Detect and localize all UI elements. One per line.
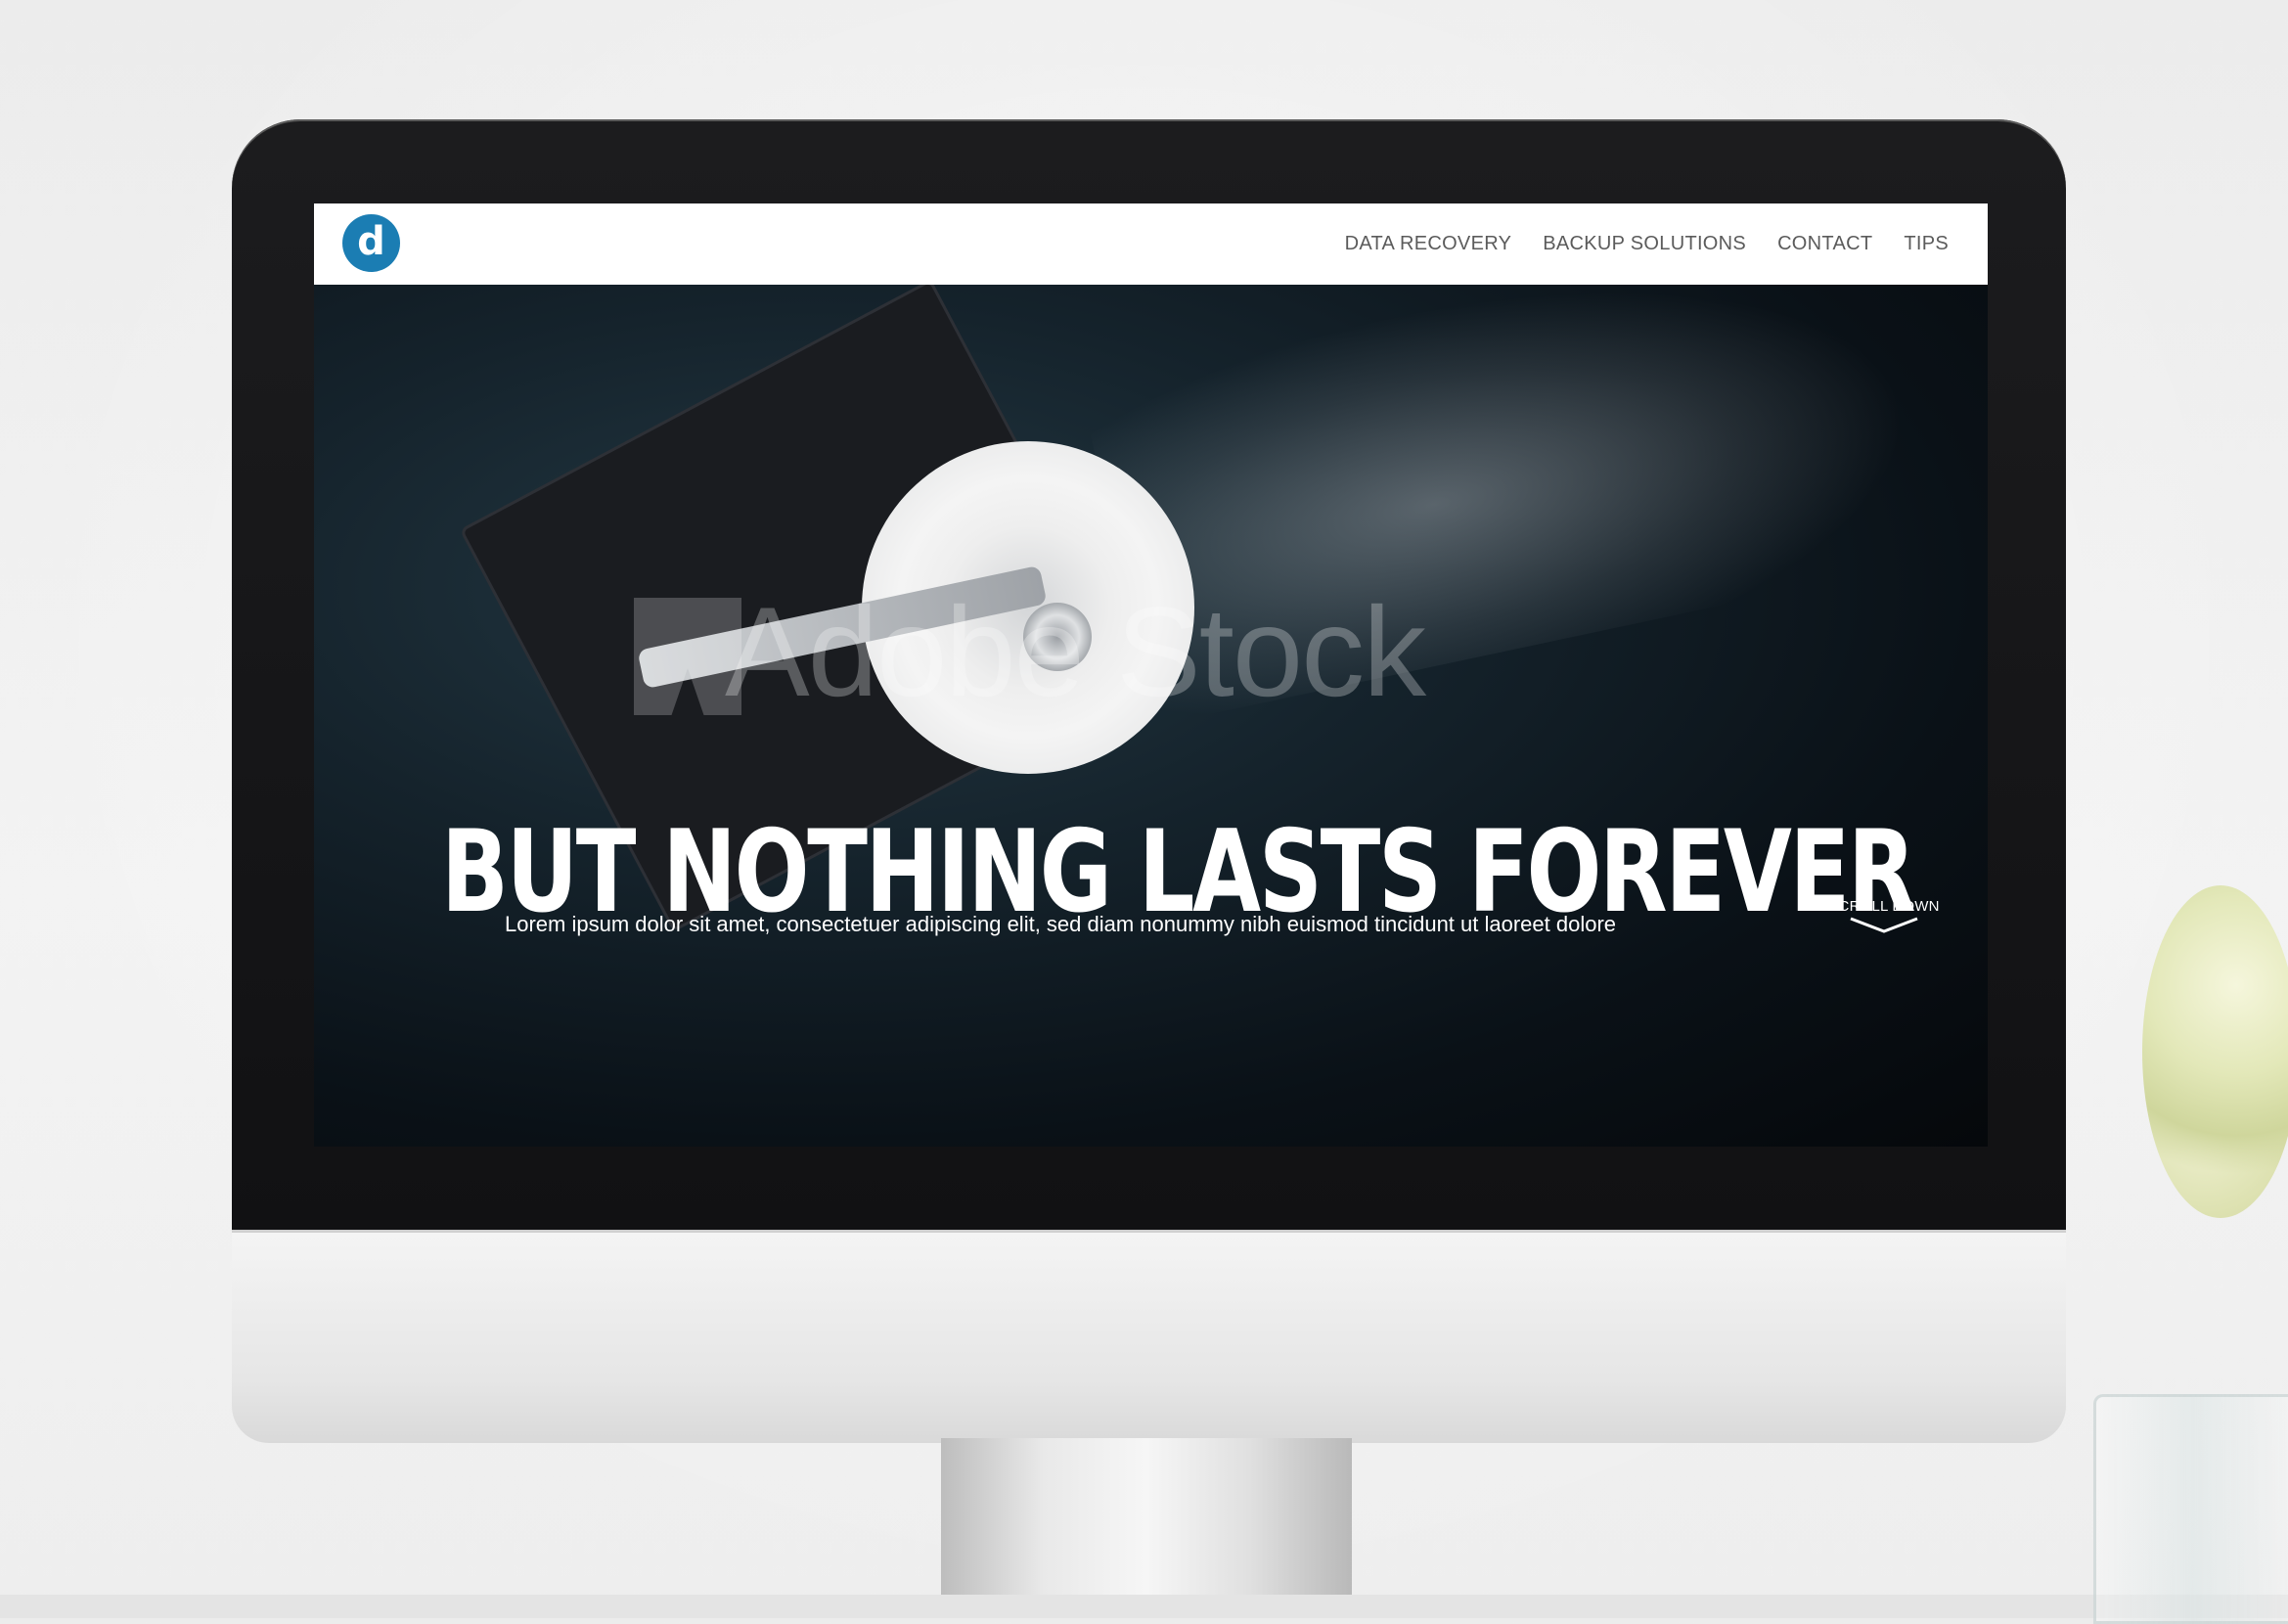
scroll-down-label: SCROLL DOWN [1828,898,1940,915]
hero-section: Adobe Stock BUT NOTHING LASTS FOREVER Lo… [314,285,1988,1147]
monitor-chin [232,1230,2066,1443]
website-screen: d DATA RECOVERY BACKUP SOLUTIONS CONTACT… [314,203,1988,1147]
hero-subtext: Lorem ipsum dolor sit amet, consectetuer… [505,912,1617,936]
chevron-down-icon [1850,917,1918,933]
scroll-down-button[interactable]: SCROLL DOWN [1825,898,1943,934]
nav-data-recovery[interactable]: DATA RECOVERY [1345,233,1512,255]
water-glass [2093,1394,2288,1624]
main-nav: DATA RECOVERY BACKUP SOLUTIONS CONTACT T… [1345,203,1949,285]
monitor-stand [941,1438,1352,1618]
site-logo[interactable]: d [342,214,400,272]
stock-watermark: Adobe Stock [725,580,1426,723]
site-navbar: d DATA RECOVERY BACKUP SOLUTIONS CONTACT… [314,203,1988,285]
nav-backup-solutions[interactable]: BACKUP SOLUTIONS [1543,233,1746,255]
nav-contact[interactable]: CONTACT [1777,233,1872,255]
flower-decoration [2142,885,2288,1218]
desk-surface [0,1595,2288,1618]
nav-tips[interactable]: TIPS [1904,233,1949,255]
